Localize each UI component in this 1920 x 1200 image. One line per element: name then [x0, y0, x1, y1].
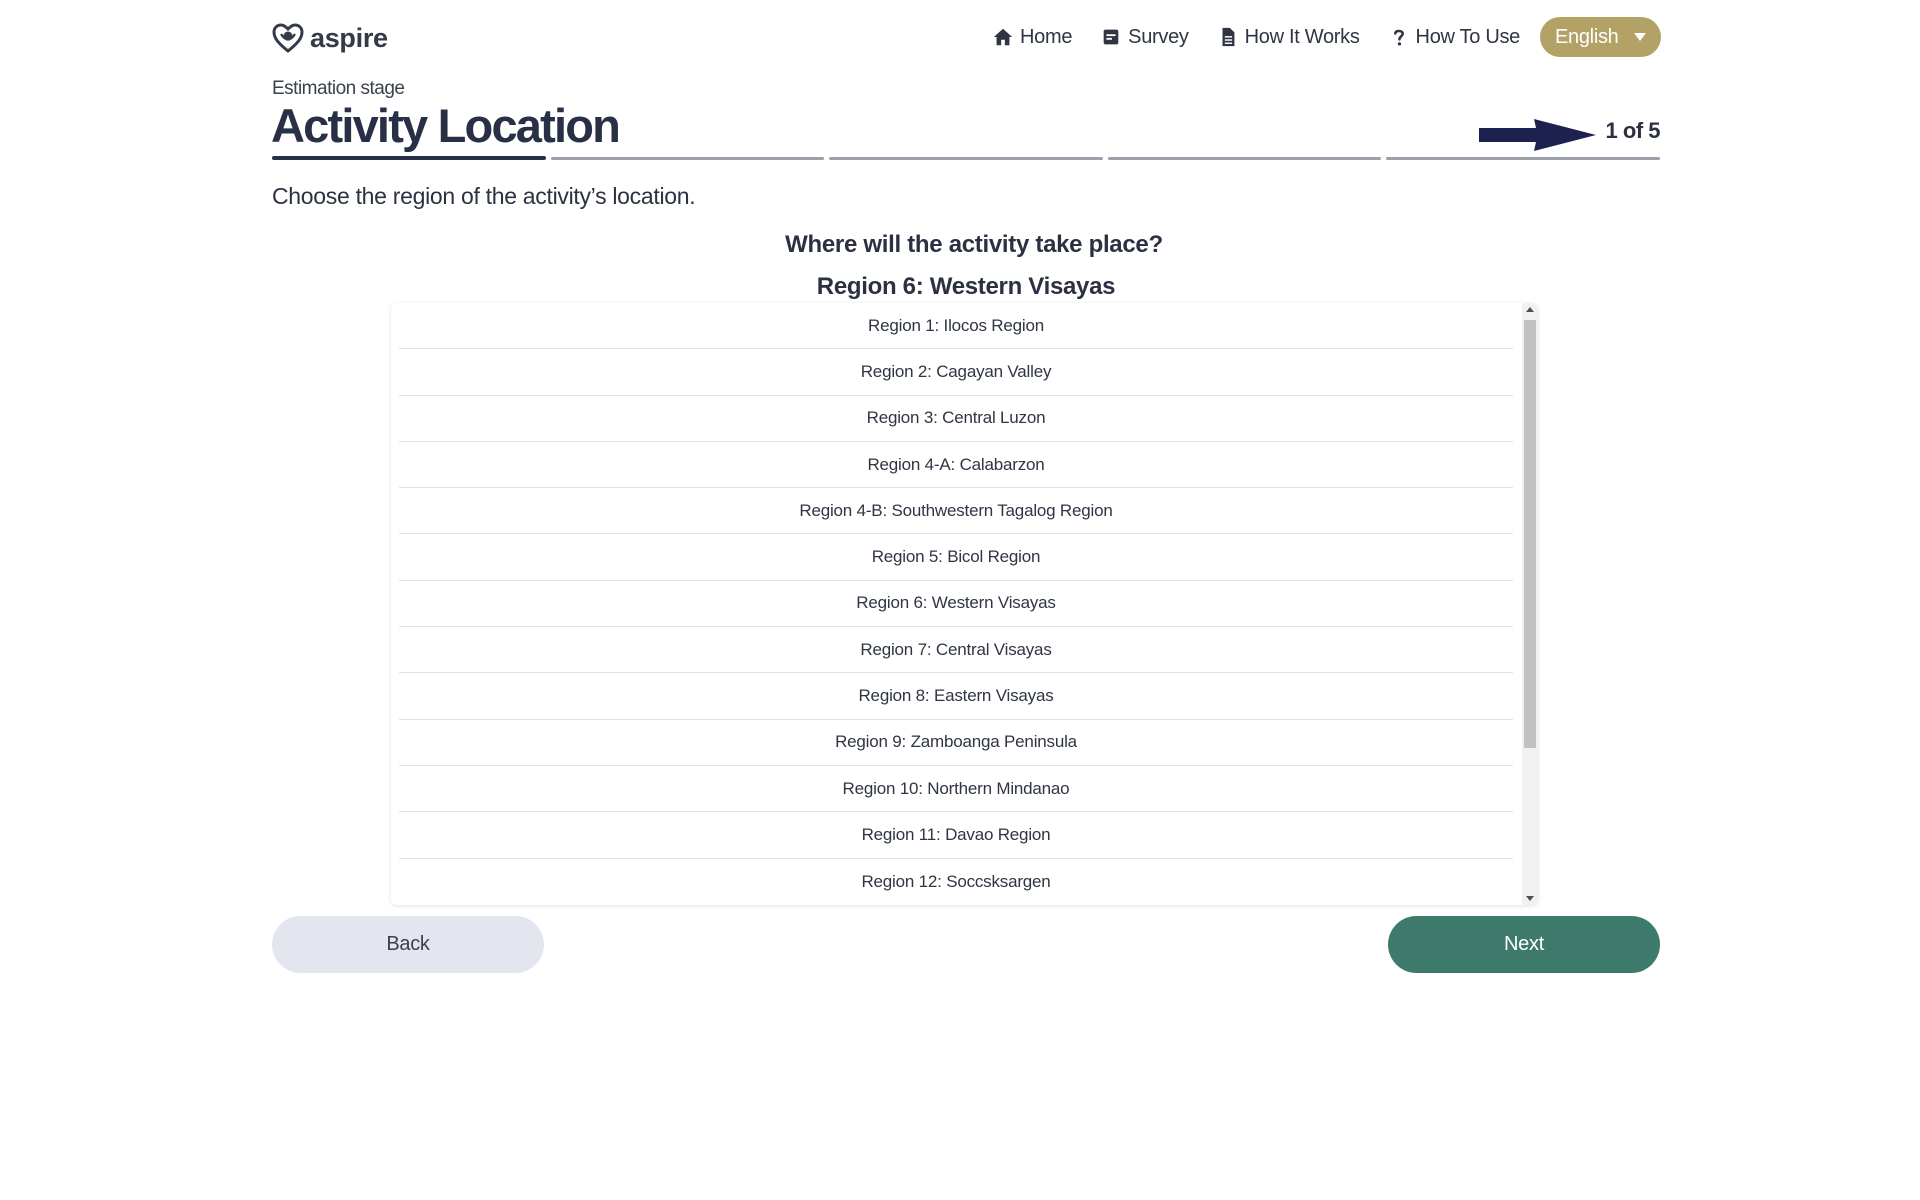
document-icon: [1222, 27, 1235, 47]
region-list: Region 1: Ilocos Region Region 2: Cagaya…: [399, 303, 1513, 905]
instruction-text: Choose the region of the activity’s loca…: [272, 183, 696, 209]
question-icon: [1393, 29, 1404, 46]
heart-logo-icon: [272, 23, 304, 53]
scroll-up-arrow[interactable]: [1522, 303, 1538, 317]
list-scrollbar[interactable]: [1522, 303, 1538, 905]
step-progress-bar: [272, 156, 1660, 160]
scroll-down-arrow[interactable]: [1522, 891, 1538, 905]
nav-home-label: Home: [1020, 25, 1073, 48]
scrollbar-thumb[interactable]: [1524, 320, 1536, 748]
back-button[interactable]: Back: [272, 916, 544, 973]
logo[interactable]: aspire: [272, 22, 388, 54]
region-option[interactable]: Region 6: Western Visayas: [399, 581, 1513, 628]
region-option[interactable]: Region 12: Soccsksargen: [399, 859, 1513, 905]
page-title: Activity Location: [271, 99, 621, 152]
progress-arrow-icon: [1479, 119, 1596, 151]
region-option[interactable]: Region 4-A: Calabarzon: [399, 442, 1513, 489]
logo-text: aspire: [310, 22, 388, 53]
region-option[interactable]: Region 7: Central Visayas: [399, 627, 1513, 674]
nav-how-to-use-label: How To Use: [1415, 25, 1521, 48]
region-listbox[interactable]: Region 1: Ilocos Region Region 2: Cagaya…: [391, 303, 1538, 905]
arrow-down-icon: [1526, 896, 1534, 901]
region-option[interactable]: Region 4-B: Southwestern Tagalog Region: [399, 488, 1513, 535]
step-segment-3: [829, 157, 1103, 160]
step-counter: 1 of 5: [1605, 118, 1661, 143]
nav-survey[interactable]: Survey: [1100, 25, 1189, 49]
region-option[interactable]: Region 1: Ilocos Region: [399, 303, 1513, 350]
region-option[interactable]: Region 8: Eastern Visayas: [399, 673, 1513, 720]
language-dropdown[interactable]: English: [1540, 17, 1661, 57]
region-option[interactable]: Region 5: Bicol Region: [399, 534, 1513, 581]
step-segment-4: [1107, 157, 1382, 160]
arrow-up-icon: [1526, 307, 1534, 312]
nav-home[interactable]: Home: [992, 26, 1072, 49]
home-icon: [993, 28, 1013, 46]
question-heading: Where will the activity take place?: [785, 231, 1163, 258]
region-option[interactable]: Region 2: Cagayan Valley: [399, 349, 1513, 396]
stage-label: Estimation stage: [272, 78, 405, 99]
region-option[interactable]: Region 11: Davao Region: [399, 812, 1513, 859]
survey-icon: [1103, 29, 1119, 45]
region-option[interactable]: Region 3: Central Luzon: [399, 396, 1513, 442]
step-segment-5: [1386, 157, 1660, 160]
caret-down-icon: [1634, 33, 1646, 41]
next-button[interactable]: Next: [1388, 916, 1660, 973]
region-option[interactable]: Region 9: Zamboanga Peninsula: [399, 720, 1513, 766]
nav-how-to-use[interactable]: How To Use: [1388, 26, 1520, 49]
main-nav: Home Survey How It Works How To Use Engl…: [964, 17, 1661, 57]
language-label: English: [1555, 25, 1619, 48]
region-option[interactable]: Region 10: Northern Mindanao: [399, 766, 1513, 813]
step-segment-1: [272, 156, 546, 160]
nav-survey-label: Survey: [1128, 25, 1189, 48]
nav-how-it-works[interactable]: How It Works: [1217, 26, 1360, 49]
step-segment-2: [550, 157, 825, 160]
nav-how-it-works-label: How It Works: [1244, 25, 1360, 48]
selected-region: Region 6: Western Visayas: [816, 273, 1116, 300]
